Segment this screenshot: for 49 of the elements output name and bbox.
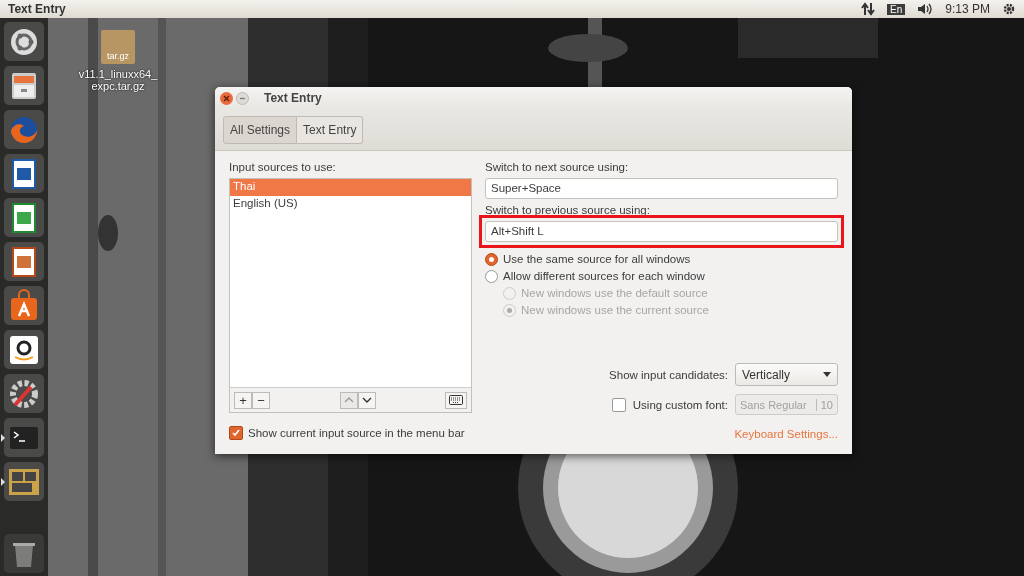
field-label: Show input candidates:: [609, 368, 728, 381]
radio-button[interactable]: [485, 269, 498, 283]
field-label: Switch to next source using:: [485, 161, 630, 173]
launcher-settings-icon[interactable]: [4, 374, 44, 413]
caret-icon: [823, 372, 831, 377]
launcher-calc-icon[interactable]: [4, 198, 44, 237]
keyboard-icon: [449, 395, 463, 405]
minimize-button[interactable]: [236, 91, 249, 105]
launcher-trash-icon[interactable]: [4, 534, 44, 573]
section-label: Input sources to use:: [229, 161, 337, 173]
keyboard-indicator[interactable]: En: [887, 3, 906, 15]
breadcrumb-button[interactable]: Text Entry: [297, 115, 364, 144]
network-icon[interactable]: [861, 2, 876, 16]
keyboard-layout-button[interactable]: [445, 391, 467, 409]
breadcrumb-button[interactable]: All Settings: [223, 115, 298, 144]
radio-label: Use the same source for all windows: [503, 253, 691, 265]
shortcut-field[interactable]: Super+Space: [485, 178, 838, 199]
launcher-ubuntu-icon[interactable]: [4, 22, 44, 61]
radio-label: New windows use the default source: [521, 287, 708, 299]
chevron-up-icon: [343, 397, 354, 403]
launcher-terminal-icon[interactable]: [4, 418, 44, 457]
shortcut-field[interactable]: Alt+Shift L: [485, 221, 838, 242]
radio-button[interactable]: [485, 252, 498, 266]
volume-icon[interactable]: [917, 2, 934, 16]
add-button[interactable]: +: [234, 391, 252, 409]
file-label: v11.1_linuxx64_ expc.tar.gz: [78, 68, 158, 92]
checkbox-label: Show current input source in the menu bar: [248, 427, 465, 439]
launcher-software-icon[interactable]: [4, 286, 44, 325]
checkbox[interactable]: [229, 426, 243, 440]
candidates-dropdown[interactable]: Vertically: [735, 363, 838, 386]
checkbox-label: Using custom font:: [632, 398, 728, 411]
field-label: Switch to previous source using:: [485, 204, 651, 216]
launcher-writer-icon[interactable]: [4, 154, 44, 193]
launcher-impress-icon[interactable]: [4, 242, 44, 281]
launcher-firefox-icon[interactable]: [4, 110, 44, 149]
gear-icon[interactable]: [1002, 2, 1016, 16]
list-item[interactable]: English (US): [230, 196, 471, 213]
launcher-workspaces-icon[interactable]: [4, 462, 44, 501]
close-icon: [223, 94, 230, 102]
move-down-button[interactable]: [357, 391, 376, 409]
close-button[interactable]: [220, 91, 233, 105]
radio-label: New windows use the current source: [521, 304, 709, 316]
chevron-down-icon: [361, 397, 372, 403]
radio-label: Allow different sources for each window: [503, 270, 705, 282]
remove-button[interactable]: −: [252, 391, 270, 409]
window-title: Text Entry: [8, 2, 66, 16]
launcher-files-icon[interactable]: [4, 66, 44, 105]
clock[interactable]: 9:13 PM: [945, 2, 990, 16]
window-title: Text Entry: [264, 91, 322, 105]
